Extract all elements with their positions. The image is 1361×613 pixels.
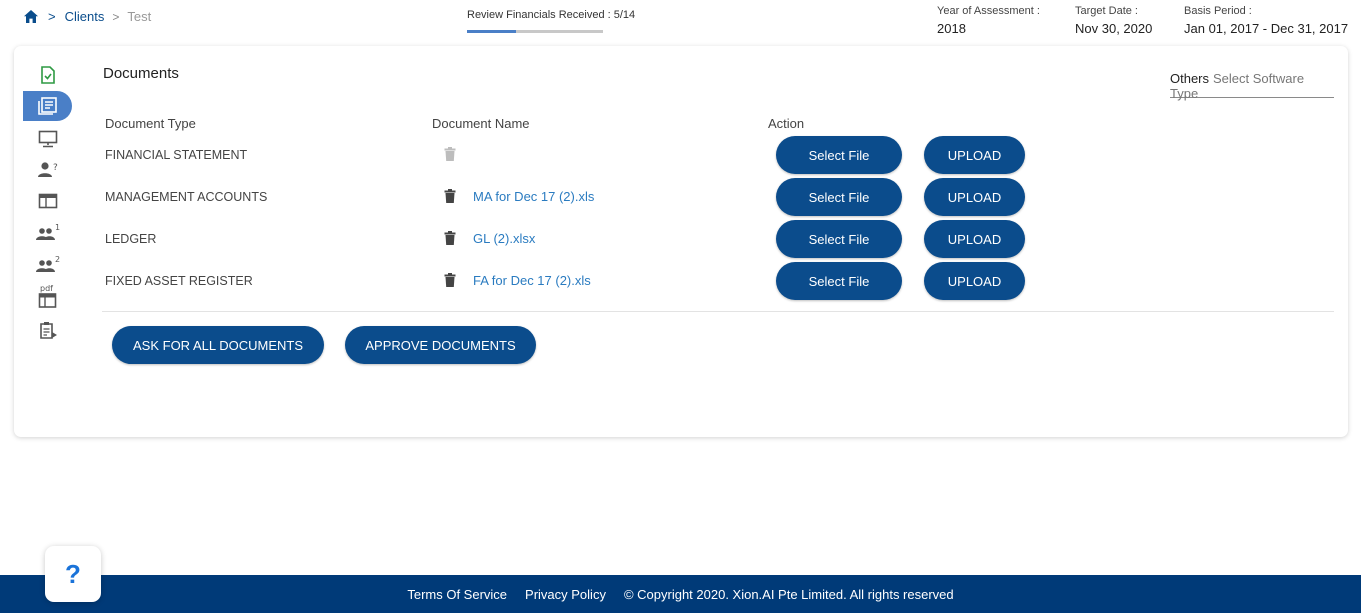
review-progress-bar [467, 30, 603, 33]
svg-text:1: 1 [55, 224, 60, 232]
sidebar-item-documents[interactable] [23, 91, 72, 121]
year-of-assessment: Year of Assessment : 2018 [937, 5, 1040, 36]
sidebar-item-clipboard-play[interactable] [23, 316, 72, 346]
column-header-document-name: Document Name [432, 116, 530, 131]
breadcrumb-clients-link[interactable]: Clients [65, 9, 105, 24]
person-question-icon: ? [37, 162, 58, 177]
trash-icon[interactable] [444, 231, 456, 245]
svg-text:pdf: pdf [40, 284, 53, 293]
file-check-icon [40, 66, 55, 84]
sidebar-item-table[interactable] [23, 186, 72, 216]
row-document-name[interactable]: MA for Dec 17 (2).xls [473, 189, 594, 204]
review-progress: Review Financials Received : 5/14 [467, 9, 637, 33]
software-selected-value: Others [1170, 71, 1210, 86]
upload-button[interactable]: UPLOAD [924, 220, 1025, 258]
column-header-document-type: Document Type [105, 116, 196, 131]
documents-title: Documents [103, 65, 179, 82]
chevron-right-icon: > [48, 9, 56, 24]
breadcrumb: > Clients > Test [24, 9, 151, 24]
ask-for-all-documents-button[interactable]: ASK FOR ALL DOCUMENTS [112, 326, 324, 364]
year-value: 2018 [937, 21, 966, 36]
software-type-select[interactable]: Others Select Software Type [1170, 71, 1334, 101]
row-document-name[interactable]: FA for Dec 17 (2).xls [473, 273, 591, 288]
upload-button[interactable]: UPLOAD [924, 262, 1025, 300]
pdf-table-icon: pdf [38, 284, 56, 308]
row-document-type: MANAGEMENT ACCOUNTS [105, 190, 268, 204]
trash-icon [444, 147, 456, 161]
sidebar-item-file-check[interactable] [23, 60, 72, 90]
row-document-type: LEDGER [105, 232, 157, 246]
privacy-policy-link[interactable]: Privacy Policy [525, 587, 606, 602]
top-bar: > Clients > Test Review Financials Recei… [0, 0, 1361, 44]
sidebar-item-monitor[interactable] [23, 124, 72, 154]
breadcrumb-current: Test [127, 9, 152, 24]
help-button[interactable]: ? [45, 546, 101, 602]
divider [102, 311, 1334, 312]
people-2-icon: 2 [35, 256, 60, 272]
sidebar-item-people-1[interactable]: 1 [23, 218, 72, 248]
svg-text:?: ? [53, 163, 58, 173]
table-icon [38, 193, 57, 209]
home-icon[interactable] [24, 9, 38, 24]
select-file-button[interactable]: Select File [776, 136, 902, 174]
documents-icon [37, 97, 57, 115]
target-label: Target Date : [1075, 5, 1138, 17]
trash-icon[interactable] [444, 273, 456, 287]
sidebar-item-person-question[interactable]: ? [23, 155, 72, 185]
review-progress-label: Review Financials Received : 5/14 [467, 9, 636, 21]
row-document-type: FINANCIAL STATEMENT [105, 148, 248, 162]
review-progress-fill [467, 30, 516, 33]
approve-documents-button[interactable]: APPROVE DOCUMENTS [345, 326, 536, 364]
upload-button[interactable]: UPLOAD [924, 178, 1025, 216]
documents-card: ? 1 2 pdf Documents Others Select Softwa… [14, 46, 1348, 437]
basis-value: Jan 01, 2017 - Dec 31, 2017 [1184, 21, 1349, 36]
select-file-button[interactable]: Select File [776, 220, 902, 258]
clipboard-play-icon [39, 322, 57, 339]
upload-button[interactable]: UPLOAD [924, 136, 1025, 174]
copyright-text: © Copyright 2020. Xion.AI Pte Limited. A… [623, 586, 954, 602]
svg-text:2: 2 [55, 256, 60, 264]
people-1-icon: 1 [35, 224, 60, 240]
target-value: Nov 30, 2020 [1075, 21, 1153, 36]
chevron-right-icon: > [112, 9, 120, 24]
basis-label: Basis Period : [1184, 5, 1252, 17]
terms-of-service-link[interactable]: Terms Of Service [407, 587, 507, 602]
footer: Terms Of Service Privacy Policy © Copyri… [0, 575, 1361, 613]
row-document-type: FIXED ASSET REGISTER [105, 274, 253, 288]
sidebar-item-people-2[interactable]: 2 [23, 250, 72, 280]
trash-icon[interactable] [444, 189, 456, 203]
select-file-button[interactable]: Select File [776, 178, 902, 216]
sidebar-item-pdf-table[interactable]: pdf [23, 282, 72, 312]
year-label: Year of Assessment : [937, 5, 1040, 17]
target-date: Target Date : Nov 30, 2020 [1075, 5, 1152, 36]
select-file-button[interactable]: Select File [776, 262, 902, 300]
column-header-action: Action [768, 116, 805, 131]
row-document-name[interactable]: GL (2).xlsx [473, 231, 535, 246]
question-mark-icon: ? [65, 558, 81, 589]
monitor-icon [38, 130, 57, 148]
basis-period: Basis Period : Jan 01, 2017 - Dec 31, 20… [1184, 5, 1348, 36]
